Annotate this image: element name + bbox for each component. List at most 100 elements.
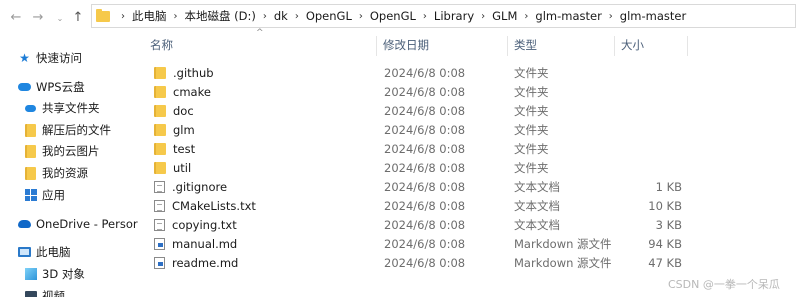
file-name-cell: glm <box>154 120 195 139</box>
file-size: 1 KB <box>655 179 682 194</box>
column-header-label: 类型 <box>514 38 537 52</box>
sidebar-item-apps[interactable]: 应用 <box>24 185 65 205</box>
file-row[interactable]: manual.md 2024/6/8 0:08 Markdown 源文件 94 … <box>146 234 686 253</box>
folder-icon <box>24 166 37 180</box>
breadcrumb-item[interactable]: OpenGL <box>370 9 416 23</box>
sidebar-item-extracted-files[interactable]: 解压后的文件 <box>24 120 111 140</box>
column-header-modified[interactable]: 修改日期 <box>383 34 507 56</box>
breadcrumb-item[interactable]: dk <box>274 9 288 23</box>
file-size: 10 KB <box>648 198 682 213</box>
pc-icon <box>18 246 31 259</box>
file-name-cell: CMakeLists.txt <box>154 196 256 215</box>
file-row[interactable]: .github 2024/6/8 0:08 文件夹 <box>146 63 686 82</box>
file-modified: 2024/6/8 0:08 <box>384 255 466 270</box>
file-name-cell: test <box>154 139 195 158</box>
file-name: doc <box>173 103 194 118</box>
file-row[interactable]: doc 2024/6/8 0:08 文件夹 <box>146 101 686 120</box>
sidebar-item-label: 解压后的文件 <box>42 123 111 137</box>
breadcrumb-item[interactable]: glm-master <box>535 9 601 23</box>
column-divider[interactable] <box>507 36 508 56</box>
breadcrumb-item[interactable]: Library <box>434 9 474 23</box>
folder-icon <box>96 8 110 22</box>
sidebar-item-shared-folder[interactable]: 共享文件夹 <box>24 98 100 118</box>
markdown-file-icon <box>154 256 165 269</box>
breadcrumb-separator-icon[interactable]: › <box>121 11 125 22</box>
onedrive-icon <box>18 218 31 231</box>
column-header-size[interactable]: 大小 <box>621 34 687 56</box>
forward-arrow-icon[interactable]: → <box>28 7 48 27</box>
column-header-label: 修改日期 <box>383 38 429 52</box>
video-icon <box>24 290 37 297</box>
folder-icon <box>154 123 166 136</box>
file-type: 文件夹 <box>514 122 549 137</box>
file-modified: 2024/6/8 0:08 <box>384 160 466 175</box>
breadcrumb-separator-icon[interactable]: › <box>481 11 485 22</box>
file-type: Markdown 源文件 <box>514 236 612 251</box>
file-name: util <box>173 160 192 175</box>
file-modified: 2024/6/8 0:08 <box>384 236 466 251</box>
column-header-name[interactable]: 名称 <box>150 34 376 56</box>
file-modified: 2024/6/8 0:08 <box>384 179 466 194</box>
column-header-type[interactable]: 类型 <box>514 34 614 56</box>
breadcrumb-separator-icon[interactable]: › <box>609 11 613 22</box>
cloud-icon <box>18 81 31 94</box>
file-name-cell: util <box>154 158 191 177</box>
sidebar-item-wps-cloud[interactable]: WPS云盘 <box>18 77 85 97</box>
column-header-label: 名称 <box>150 38 173 52</box>
file-modified: 2024/6/8 0:08 <box>384 103 466 118</box>
address-bar[interactable]: › 此电脑 › 本地磁盘 (D:) › dk › OpenGL › OpenGL… <box>91 4 796 28</box>
file-name: cmake <box>173 84 211 99</box>
breadcrumb-separator-icon[interactable]: › <box>359 11 363 22</box>
sidebar-item-3d-objects[interactable]: 3D 对象 <box>24 264 85 284</box>
recent-locations-chevron-icon[interactable]: ⌄ <box>50 8 70 28</box>
file-name-cell: manual.md <box>154 234 237 253</box>
sidebar-item-this-pc[interactable]: 此电脑 <box>18 242 71 262</box>
breadcrumb-item-current[interactable]: glm-master <box>620 9 686 23</box>
sidebar-item-quick-access[interactable]: ★ 快速访问 <box>18 48 82 68</box>
file-type: 文本文档 <box>514 198 560 213</box>
navigation-pane: ★ 快速访问 WPS云盘 共享文件夹 解压后的文件 我的云图片 我的资源 应用 … <box>0 34 138 297</box>
file-row[interactable]: test 2024/6/8 0:08 文件夹 <box>146 139 686 158</box>
file-modified: 2024/6/8 0:08 <box>384 217 466 232</box>
up-arrow-icon[interactable]: ↑ <box>68 7 88 27</box>
sidebar-item-my-resources[interactable]: 我的资源 <box>24 163 88 183</box>
breadcrumb-item[interactable]: OpenGL <box>306 9 352 23</box>
column-divider[interactable] <box>614 36 615 56</box>
sidebar-item-onedrive[interactable]: OneDrive - Persor <box>18 214 138 234</box>
column-divider[interactable] <box>687 36 688 56</box>
text-file-icon <box>154 180 165 193</box>
breadcrumb-item[interactable]: GLM <box>492 9 517 23</box>
file-modified: 2024/6/8 0:08 <box>384 122 466 137</box>
file-type: 文本文档 <box>514 217 560 232</box>
file-row[interactable]: cmake 2024/6/8 0:08 文件夹 <box>146 82 686 101</box>
file-name-cell: .gitignore <box>154 177 227 196</box>
file-modified: 2024/6/8 0:08 <box>384 141 466 156</box>
sidebar-item-my-cloud-pictures[interactable]: 我的云图片 <box>24 141 100 161</box>
file-name: glm <box>173 122 195 137</box>
file-row[interactable]: readme.md 2024/6/8 0:08 Markdown 源文件 47 … <box>146 253 686 272</box>
file-size: 3 KB <box>655 217 682 232</box>
file-name-cell: .github <box>154 63 214 82</box>
file-row[interactable]: util 2024/6/8 0:08 文件夹 <box>146 158 686 177</box>
breadcrumb-separator-icon[interactable]: › <box>263 11 267 22</box>
folder-icon <box>154 85 166 98</box>
breadcrumb-separator-icon[interactable]: › <box>423 11 427 22</box>
file-row[interactable]: CMakeLists.txt 2024/6/8 0:08 文本文档 10 KB <box>146 196 686 215</box>
file-row[interactable]: .gitignore 2024/6/8 0:08 文本文档 1 KB <box>146 177 686 196</box>
file-row[interactable]: copying.txt 2024/6/8 0:08 文本文档 3 KB <box>146 215 686 234</box>
column-divider[interactable] <box>376 36 377 56</box>
breadcrumb-item[interactable]: 本地磁盘 (D:) <box>185 8 256 24</box>
file-type: Markdown 源文件 <box>514 255 612 270</box>
folder-icon <box>24 123 37 137</box>
back-arrow-icon[interactable]: ← <box>6 7 26 27</box>
folder-icon <box>154 66 166 79</box>
file-row[interactable]: glm 2024/6/8 0:08 文件夹 <box>146 120 686 139</box>
breadcrumb-separator-icon[interactable]: › <box>174 11 178 22</box>
breadcrumb-item[interactable]: 此电脑 <box>132 8 167 24</box>
sidebar-item-videos[interactable]: 视频 <box>24 286 65 297</box>
breadcrumb-separator-icon[interactable]: › <box>524 11 528 22</box>
sidebar-item-label: OneDrive - Persor <box>36 217 138 231</box>
folder-icon <box>154 104 166 117</box>
breadcrumb-separator-icon[interactable]: › <box>295 11 299 22</box>
file-type: 文件夹 <box>514 141 549 156</box>
